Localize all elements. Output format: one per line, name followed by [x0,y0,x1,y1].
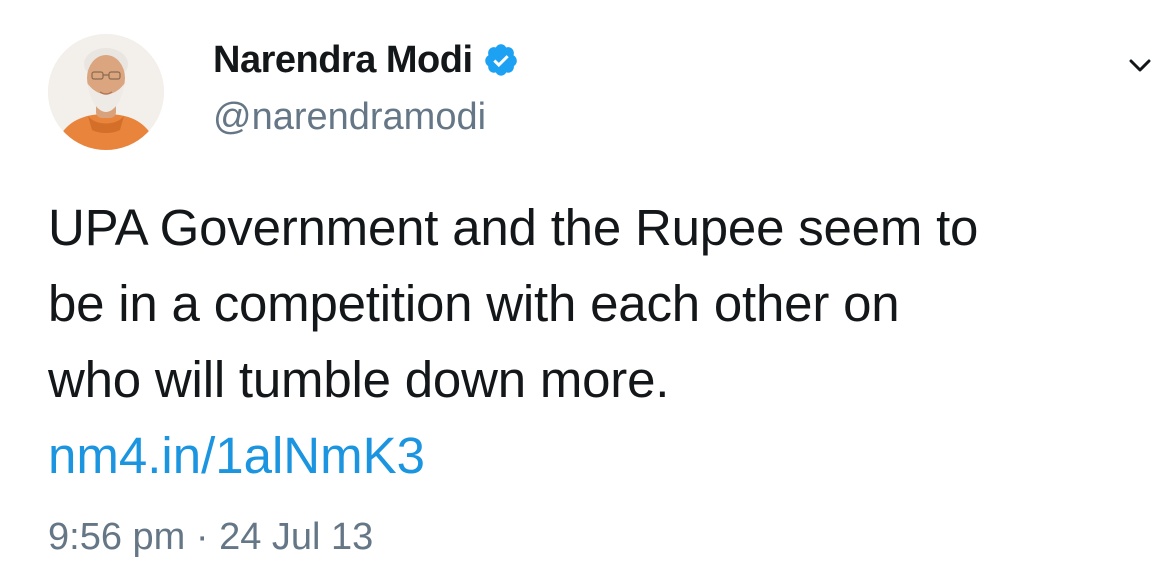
timestamp-separator: · [195,516,209,558]
verified-badge-icon [483,42,519,78]
tweet-date: 24 Jul 13 [219,516,374,558]
user-handle[interactable]: @narendramodi [213,96,486,139]
tweet-text-line: be in a competition with each other on [48,275,900,332]
avatar[interactable] [48,34,164,150]
tweet-time: 9:56 pm [48,516,186,558]
tweet-card: Narendra Modi @narendramodi UPA Governme… [0,0,1165,581]
avatar-image [48,34,164,150]
tweet-text: UPA Government and the Rupee seem to be … [48,190,1153,418]
tweet-link[interactable]: nm4.in/1alNmK3 [48,418,425,494]
author-name-row: Narendra Modi [213,36,519,84]
tweet-timestamp[interactable]: 9:56 pm · 24 Jul 13 [48,516,373,559]
display-name[interactable]: Narendra Modi [213,39,473,82]
tweet-text-line: UPA Government and the Rupee seem to [48,199,979,256]
tweet-text-line: who will tumble down more. [48,351,670,408]
tweet-menu-button[interactable] [1122,50,1158,82]
chevron-down-icon [1129,59,1151,72]
